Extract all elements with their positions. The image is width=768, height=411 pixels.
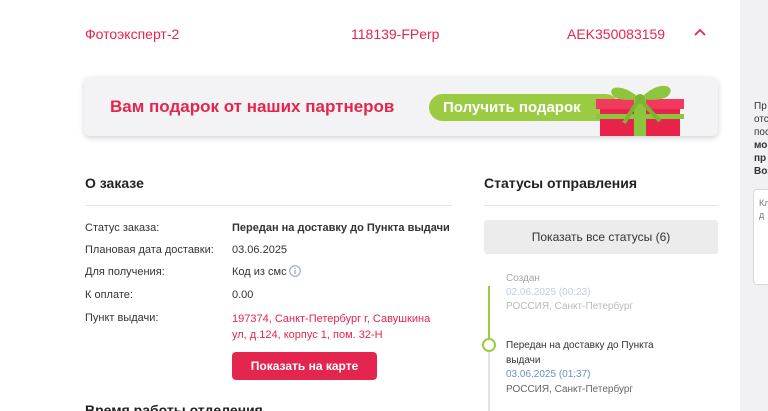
info-icon[interactable] <box>289 265 301 277</box>
receive-method-value: Код из смс <box>232 266 287 278</box>
delivery-date-label: Плановая дата доставки: <box>85 244 214 256</box>
status-value: Передан на доставку до Пункта выдачи <box>232 222 450 234</box>
receive-method-label: Для получения: <box>85 266 165 278</box>
status-item-title: Создан <box>506 273 540 284</box>
about-divider <box>85 205 452 206</box>
status-item-datetime: 03.06.2025 (01:37) <box>506 369 591 380</box>
about-order-title: О заказе <box>85 175 144 191</box>
status-label: Статус заказа: <box>85 222 160 234</box>
sidebar-line: Пр <box>754 101 767 112</box>
statuses-title: Статусы отправления <box>484 175 638 191</box>
payment-value: 0.00 <box>232 289 254 301</box>
pickup-point-label: Пункт выдачи: <box>85 312 159 324</box>
status-item-location: РОССИЯ, Санкт-Петербург <box>506 384 634 395</box>
show-on-map-button[interactable]: Показать на карте <box>232 352 377 380</box>
sidebar-box-line: д <box>759 210 765 220</box>
status-item-location: РОССИЯ, Санкт-Петербург <box>506 301 634 312</box>
statuses-divider <box>484 205 718 206</box>
partner-gift-banner[interactable]: Вам подарок от наших партнеров Получить … <box>84 77 718 136</box>
status-item-title: Передан на доставку до Пункта выдачи <box>506 340 654 366</box>
sidebar-line: Воз <box>754 166 768 177</box>
banner-text: Вам подарок от наших партнеров <box>110 97 395 116</box>
sidebar-input-box[interactable]: Кл д <box>753 189 768 285</box>
order-number: 118139-FPerp <box>351 26 440 42</box>
delivery-date-value: 03.06.2025 <box>232 244 288 256</box>
sidebar-line: мо <box>754 140 768 151</box>
pickup-point-address-link[interactable]: 197374, Санкт-Петербург г, Савушкина ул,… <box>232 311 442 343</box>
sidebar-line: пос <box>754 127 768 138</box>
timeline-current-dot <box>482 338 496 352</box>
status-item-datetime: 02.06.2025 (00:23) <box>506 287 591 298</box>
payment-label: К оплате: <box>85 289 133 301</box>
sidebar-line: пр <box>754 153 767 164</box>
tracking-number: AEK350083159 <box>567 26 666 42</box>
get-gift-button[interactable]: Получить подарок <box>429 94 619 121</box>
sidebar-line: отс <box>754 114 768 125</box>
sidebar-box-line: Кл <box>759 198 768 208</box>
work-hours-title: Время работы отделения <box>85 402 263 411</box>
chevron-up-icon[interactable] <box>692 24 708 40</box>
timeline-line <box>488 286 490 340</box>
gift-box-icon <box>596 85 684 136</box>
service-name: Фотоэксперт-2 <box>85 26 180 42</box>
show-all-statuses-button[interactable]: Показать все статусы (6) <box>484 220 718 254</box>
timeline-line-future <box>488 352 490 411</box>
order-card: Фотоэксперт-2 118139-FPerp AEK350083159 … <box>0 0 740 411</box>
